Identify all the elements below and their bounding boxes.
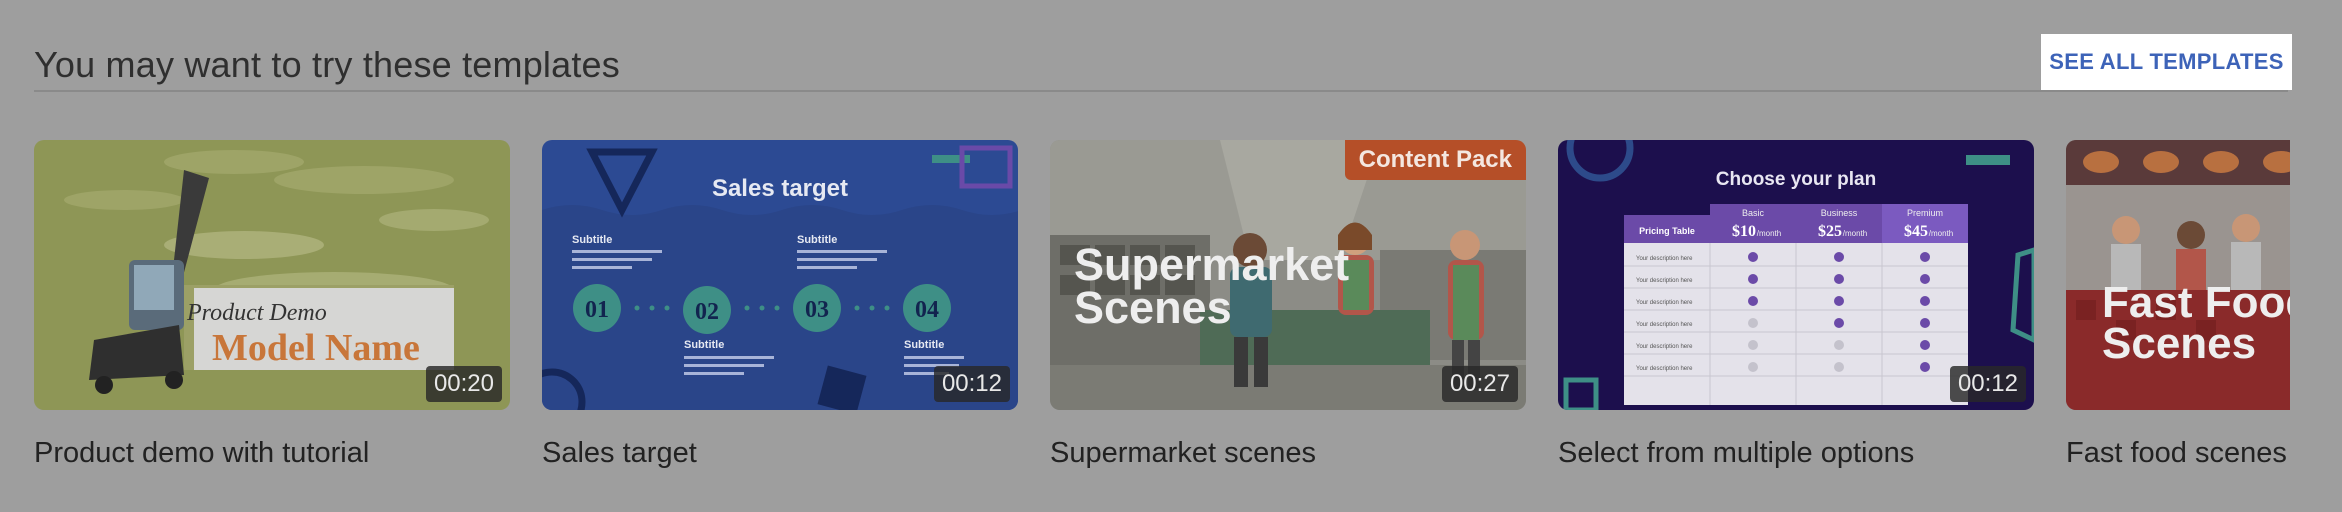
thumb-row-label: Your description here [1636,300,1693,306]
content-pack-badge: Content Pack [1344,140,1526,180]
thumb-plan-name: Premium [1907,208,1943,218]
thumb-plan-name: Business [1821,208,1858,218]
duration-badge: 00:20 [425,366,502,402]
template-thumbnail[interactable]: Product Demo Model Name 00:20 [34,140,510,410]
thumb-subtitle: Subtitle [572,234,612,246]
section-title: You may want to try these templates [34,44,620,85]
thumb-step-label: 03 [805,297,829,323]
template-title[interactable]: Fast food scenes [2066,437,2287,470]
thumb-subtitle: Subtitle [904,339,944,351]
section-divider [34,90,2288,92]
thumb-product-demo-text: Product Demo [186,300,327,326]
thumb-plan-name: Basic [1742,208,1765,218]
thumb-plan-per: /month [1929,229,1953,238]
template-thumbnail[interactable]: Sales target Subtitle Subtitle 01 02 03 … [542,140,1018,410]
thumb-step-label: 01 [585,297,609,323]
template-title[interactable]: Supermarket scenes [1050,437,1316,470]
thumb-plan-price: $10 [1732,223,1756,240]
thumb-step-label: 04 [915,297,939,323]
duration-badge: 00:12 [933,366,1010,402]
thumb-row-label: Your description here [1636,322,1693,328]
thumb-pricing-table-label: Pricing Table [1639,226,1695,236]
template-thumbnail[interactable]: Fast Food Scenes [2066,140,2290,410]
thumb-plan-per: /month [1843,229,1867,238]
template-title[interactable]: Select from multiple options [1558,437,1914,470]
thumb-scenes-text: Scenes [2102,319,2256,368]
fast-food-preview: Fast Food Scenes [2066,140,2290,410]
templates-carousel[interactable]: Product Demo Model Name 00:20 Product de… [0,140,2290,512]
thumb-step-label: 02 [695,299,719,325]
template-thumbnail[interactable]: Choose your plan Pricing Table Basic Bus… [1558,140,2034,410]
thumb-plan-per: /month [1757,229,1781,238]
thumb-model-name-text: Model Name [212,327,420,369]
thumb-row-label: Your description here [1636,278,1693,284]
thumb-plan-heading: Choose your plan [1716,169,1876,190]
thumb-row-label: Your description here [1636,344,1693,350]
thumb-plan-price: $45 [1904,223,1928,240]
template-thumbnail[interactable]: Supermarket Scenes Content Pack 00:27 [1050,140,1526,410]
thumb-sales-heading: Sales target [712,175,848,202]
thumb-subtitle: Subtitle [684,339,724,351]
see-all-templates-button[interactable]: SEE ALL TEMPLATES [2041,34,2292,90]
duration-badge: 00:27 [1441,366,1518,402]
thumb-plan-price: $25 [1818,223,1842,240]
template-title[interactable]: Product demo with tutorial [34,437,369,470]
thumb-row-label: Your description here [1636,256,1693,262]
thumb-scenes-text: Scenes [1074,282,1232,333]
thumb-row-label: Your description here [1636,366,1693,372]
duration-badge: 00:12 [1949,366,2026,402]
template-title[interactable]: Sales target [542,437,697,470]
thumb-subtitle: Subtitle [797,234,837,246]
